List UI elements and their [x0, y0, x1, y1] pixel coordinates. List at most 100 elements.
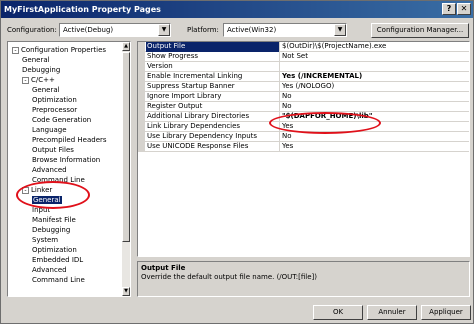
cancel-button[interactable]: Annuler: [367, 305, 417, 320]
property-row[interactable]: Use Library Dependency Inputs No: [138, 132, 469, 142]
tree-item-label: Debugging: [32, 226, 71, 234]
chevron-down-icon[interactable]: ▼: [158, 24, 170, 36]
tree-item[interactable]: Precompiled Headers: [32, 135, 107, 145]
property-row[interactable]: Use UNICODE Response Files Yes: [138, 142, 469, 152]
row-gutter: [138, 92, 145, 102]
property-name: Version: [146, 62, 280, 72]
property-name: Suppress Startup Banner: [146, 82, 280, 92]
tree-item-label: Command Line: [32, 176, 85, 184]
tree-item[interactable]: Advanced: [32, 165, 67, 175]
property-name: Show Progress: [146, 52, 280, 62]
property-row[interactable]: Additional Library Directories "$(DAPFOR_…: [138, 112, 469, 122]
title-bar: MyFirstApplication Property Pages ? ✕: [1, 1, 473, 18]
property-row[interactable]: Version: [138, 62, 469, 72]
configuration-label: Configuration:: [7, 26, 57, 34]
tree-item[interactable]: General: [32, 195, 62, 205]
tree-item[interactable]: Command Line: [32, 175, 85, 185]
apply-button[interactable]: Appliquer: [421, 305, 471, 320]
property-value[interactable]: No: [282, 132, 468, 142]
tree-item[interactable]: Debugging: [32, 225, 70, 235]
scroll-down-icon[interactable]: ▼: [122, 287, 130, 296]
configuration-manager-button[interactable]: Configuration Manager...: [371, 23, 469, 38]
tree-item-label: Optimization: [32, 96, 77, 104]
tree-item[interactable]: System: [32, 235, 58, 245]
tree-item[interactable]: General: [22, 55, 50, 65]
row-gutter: [138, 72, 145, 82]
tree-item[interactable]: Browse Information: [32, 155, 100, 165]
property-row[interactable]: Ignore Import Library No: [138, 92, 469, 102]
tree-item[interactable]: Debugging: [22, 65, 60, 75]
settings-tree: - Configuration Properties General Debuggin…: [7, 41, 131, 297]
tree-item-label: Output Files: [32, 146, 74, 154]
tree-item[interactable]: Advanced: [32, 265, 67, 275]
tree-item-label: General: [32, 86, 60, 94]
tree-item-label: Language: [32, 126, 67, 134]
close-icon[interactable]: ✕: [457, 3, 471, 15]
configuration-value: Active(Debug): [63, 26, 114, 34]
row-gutter: [138, 62, 145, 72]
tree-item-label: Linker: [31, 186, 53, 194]
tree-item[interactable]: - Linker: [22, 185, 52, 195]
collapse-icon[interactable]: -: [12, 46, 19, 54]
property-name: Enable Incremental Linking: [146, 72, 280, 82]
chevron-down-icon[interactable]: ▼: [334, 24, 346, 36]
tree-item[interactable]: Input: [32, 205, 50, 215]
row-gutter: [138, 132, 145, 142]
property-row[interactable]: Output File $(OutDir)\$(ProjectName).exe: [138, 42, 469, 52]
tree-item-label: Advanced: [32, 266, 67, 274]
tree-item[interactable]: Embedded IDL: [32, 255, 83, 265]
row-gutter: [138, 142, 145, 152]
property-name: Output File: [146, 42, 280, 52]
row-gutter: [138, 82, 145, 92]
tree-item-label: Configuration Properties: [21, 46, 107, 54]
tree-item[interactable]: Code Generation: [32, 115, 91, 125]
property-value[interactable]: No: [282, 102, 468, 112]
tree-item-label: Preprocessor: [32, 106, 78, 114]
property-value[interactable]: $(OutDir)\$(ProjectName).exe: [282, 42, 468, 52]
property-name: Register Output: [146, 102, 280, 112]
collapse-icon[interactable]: -: [22, 76, 29, 84]
property-value[interactable]: "$(DAPFOR_HOME)\lib": [282, 112, 468, 122]
tree-item[interactable]: Language: [32, 125, 67, 135]
tree-scrollbar[interactable]: ▲ ▼: [122, 42, 130, 296]
tree-item[interactable]: General: [32, 85, 60, 95]
tree-item[interactable]: Command Line: [32, 275, 85, 285]
tree-item[interactable]: - Configuration Properties: [12, 45, 106, 55]
tree-item[interactable]: Output Files: [32, 145, 74, 155]
tree-item[interactable]: Optimization: [32, 245, 77, 255]
collapse-icon[interactable]: -: [22, 186, 29, 194]
property-value[interactable]: Yes (/INCREMENTAL): [282, 72, 468, 82]
tree-item-label: Debugging: [22, 66, 61, 74]
property-row[interactable]: Enable Incremental Linking Yes (/INCREMEN…: [138, 72, 469, 82]
property-value[interactable]: Yes: [282, 142, 468, 152]
tree-item-label: Advanced: [32, 166, 67, 174]
configuration-select[interactable]: Active(Debug) ▼: [59, 23, 171, 37]
property-value[interactable]: Yes (/NOLOGO): [282, 82, 468, 92]
tree-item-label: Precompiled Headers: [32, 136, 107, 144]
tree-item[interactable]: Preprocessor: [32, 105, 77, 115]
property-row[interactable]: Show Progress Not Set: [138, 52, 469, 62]
property-value[interactable]: Not Set: [282, 52, 468, 62]
tree-item[interactable]: Optimization: [32, 95, 77, 105]
property-row[interactable]: Link Library Dependencies Yes: [138, 122, 469, 132]
property-value[interactable]: [282, 62, 468, 72]
property-value[interactable]: Yes: [282, 122, 468, 132]
property-row[interactable]: Suppress Startup Banner Yes (/NOLOGO): [138, 82, 469, 92]
ok-button[interactable]: OK: [313, 305, 363, 320]
scrollbar-thumb[interactable]: [122, 52, 130, 242]
platform-select[interactable]: Active(Win32) ▼: [223, 23, 347, 37]
property-value[interactable]: No: [282, 92, 468, 102]
row-gutter: [138, 122, 145, 132]
row-gutter: [138, 52, 145, 62]
help-icon[interactable]: ?: [442, 3, 456, 15]
property-name: Additional Library Directories: [146, 112, 280, 122]
row-gutter: [138, 112, 145, 122]
tree-item-label: General: [32, 196, 62, 204]
property-name: Link Library Dependencies: [146, 122, 280, 132]
property-pages-window: MyFirstApplication Property Pages ? ✕ Co…: [0, 0, 474, 324]
property-name: Ignore Import Library: [146, 92, 280, 102]
scroll-up-icon[interactable]: ▲: [122, 42, 130, 51]
tree-item[interactable]: Manifest File: [32, 215, 76, 225]
tree-item[interactable]: - C/C++: [22, 75, 55, 85]
property-row[interactable]: Register Output No: [138, 102, 469, 112]
